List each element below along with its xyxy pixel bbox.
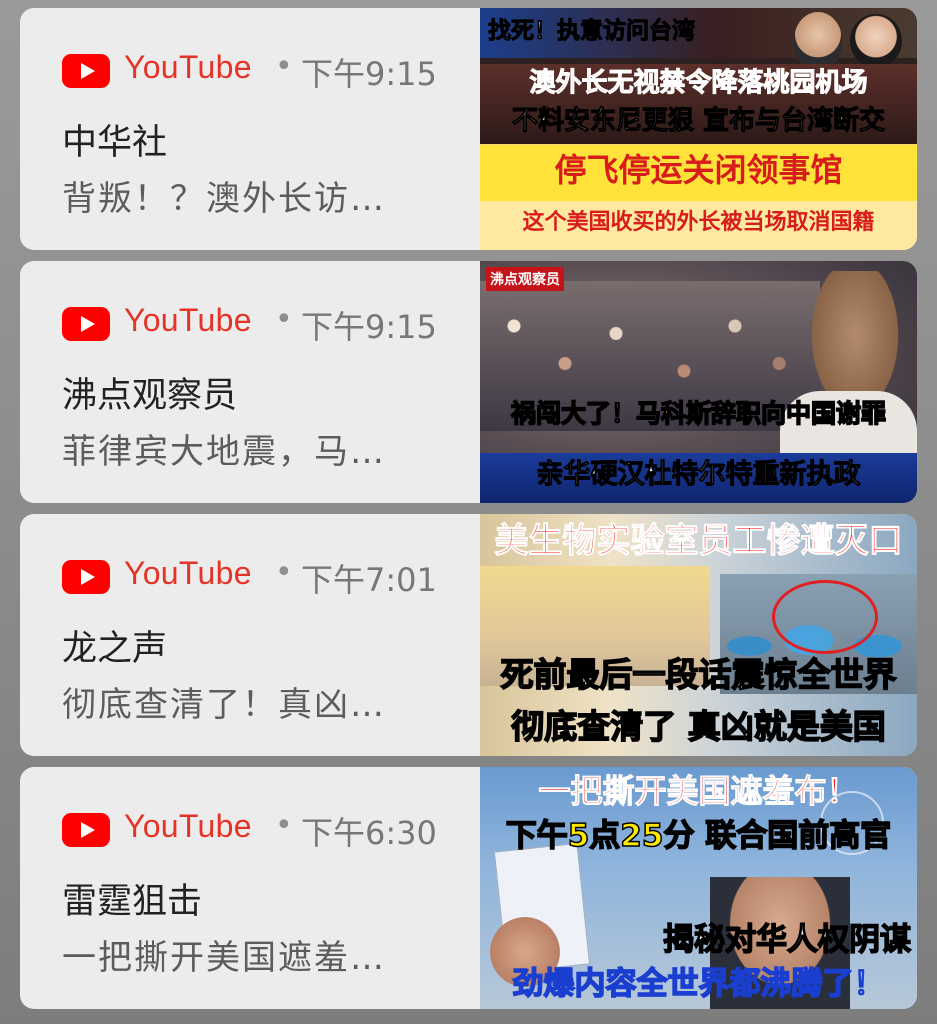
channel-logo-tag: 沸点观察员 (486, 267, 564, 291)
person-image (794, 12, 842, 68)
thumb-caption: 劲爆内容全世界都沸腾了！ (512, 966, 886, 1002)
thumb-caption: 停飞停运关闭领事馆 (554, 151, 843, 189)
app-name: YouTube (124, 555, 252, 591)
notification-text: YouTube • 下午9:15 沸点观察员 菲律宾大地震，马… (20, 261, 480, 503)
thumb-caption: 死前最后一段话震惊全世界 (500, 655, 898, 694)
thumb-caption: 彻底查清了 真凶就是美国 (511, 707, 887, 746)
thumb-caption: 澳外长无视禁令降落桃园机场 (529, 68, 868, 98)
notification-time: 下午6:30 (301, 814, 437, 852)
youtube-icon (62, 54, 110, 88)
notification-time: 下午9:15 (301, 308, 437, 346)
app-name: YouTube (124, 49, 252, 85)
separator-dot: • (275, 49, 293, 84)
thumb-caption: 这个美国收买的外长被当场取消国籍 (522, 210, 875, 235)
youtube-icon (62, 307, 110, 341)
notification-card[interactable]: YouTube • 下午9:15 中华社 背叛！？澳外长访… 找死！执意访问台湾… (20, 8, 917, 250)
thumb-caption: 一把撕开美国遮羞布！ (538, 772, 859, 810)
channel-name: 雷霆狙击 (62, 882, 203, 922)
thumb-caption: 不料安东尼更狠 宣布与台湾断交 (511, 106, 886, 136)
youtube-icon (62, 560, 110, 594)
app-name: YouTube (124, 808, 252, 844)
thumb-caption: 祸闯大了！马科斯辞职向中国谢罪 (510, 399, 887, 428)
video-thumbnail[interactable]: 找死！执意访问台湾 澳外长无视禁令降落桃园机场 不料安东尼更狠 宣布与台湾断交 … (480, 8, 917, 250)
notification-card[interactable]: YouTube • 下午7:01 龙之声 彻底查清了！真凶… 美生物实验室员工惨… (20, 514, 917, 756)
video-title-snippet: 背叛！？澳外长访… (62, 179, 386, 219)
notification-time: 下午9:15 (301, 55, 437, 93)
video-thumbnail[interactable]: 美生物实验室员工惨遭灭口 死前最后一段话震惊全世界 彻底查清了 真凶就是美国 (480, 514, 917, 756)
youtube-icon (62, 813, 110, 847)
thumb-caption: 下午5点25分 联合国前高官 (505, 818, 892, 854)
video-thumbnail[interactable]: 沸点观察员 祸闯大了！马科斯辞职向中国谢罪 亲华硬汉杜特尔特重新执政 (480, 261, 917, 503)
separator-dot: • (275, 555, 293, 590)
thumb-caption: 亲华硬汉杜特尔特重新执政 (536, 459, 861, 490)
app-name: YouTube (124, 302, 252, 338)
notification-card[interactable]: YouTube • 下午6:30 雷霆狙击 一把撕开美国遮羞… 一把撕开美国遮羞… (20, 767, 917, 1009)
separator-dot: • (275, 808, 293, 843)
thumb-caption: 美生物实验室员工惨遭灭口 (494, 521, 903, 561)
video-title-snippet: 一把撕开美国遮羞… (62, 938, 386, 978)
notification-text: YouTube • 下午6:30 雷霆狙击 一把撕开美国遮羞… (20, 767, 480, 1009)
highlight-circle (772, 580, 878, 654)
video-title-snippet: 菲律宾大地震，马… (62, 432, 386, 472)
channel-name: 沸点观察员 (62, 376, 238, 416)
channel-name: 中华社 (62, 123, 168, 163)
notification-text: YouTube • 下午7:01 龙之声 彻底查清了！真凶… (20, 514, 480, 756)
thumb-caption: 揭秘对华人权阴谋 (662, 922, 912, 958)
video-title-snippet: 彻底查清了！真凶… (62, 685, 386, 725)
channel-name: 龙之声 (62, 629, 168, 669)
separator-dot: • (275, 302, 293, 337)
video-thumbnail[interactable]: 一把撕开美国遮羞布！ 下午5点25分 联合国前高官 揭秘对华人权阴谋 劲爆内容全… (480, 767, 917, 1009)
notification-time: 下午7:01 (301, 561, 437, 599)
notification-text: YouTube • 下午9:15 中华社 背叛！？澳外长访… (20, 8, 480, 250)
notification-card[interactable]: YouTube • 下午9:15 沸点观察员 菲律宾大地震，马… 沸点观察员 祸… (20, 261, 917, 503)
person-image (850, 14, 902, 68)
thumb-caption: 找死！执意访问台湾 (488, 18, 696, 44)
